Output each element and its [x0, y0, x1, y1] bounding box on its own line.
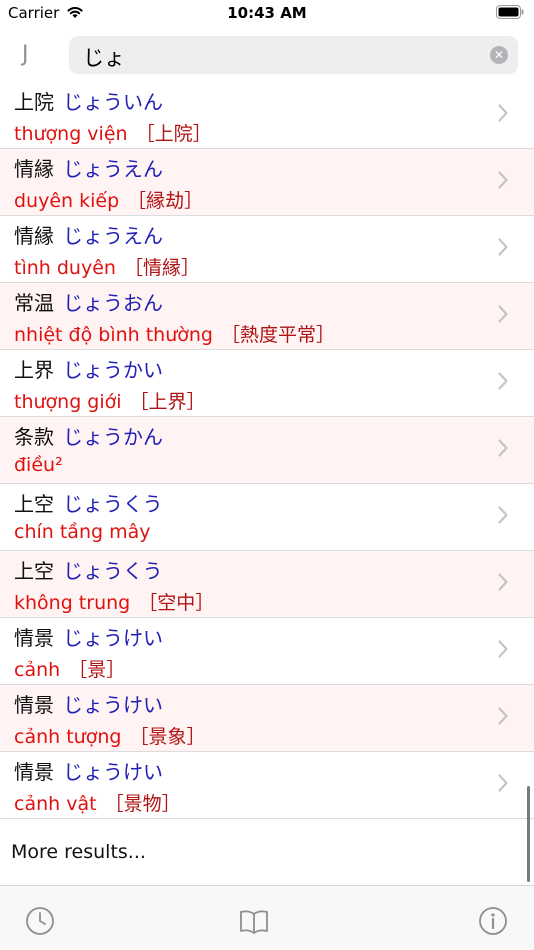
clock-icon[interactable] [25, 906, 55, 936]
entry-kanji: 情景 [14, 693, 54, 717]
entry-kana: じょうおん [63, 291, 163, 315]
more-results-label: More results... [11, 841, 146, 863]
entry-kanji: 情景 [14, 626, 54, 650]
list-item[interactable]: 上空 じょうくう không trung ［空中］ [0, 551, 534, 618]
chevron-right-icon [498, 573, 508, 591]
entry-hanviet: ［上界］ [129, 391, 206, 413]
entry-hanviet: ［景］ [68, 659, 126, 681]
entry-hanviet: ［情縁］ [123, 257, 200, 279]
entry-hanviet: ［景象］ [129, 726, 206, 748]
entry-kana: じょうくう [63, 559, 163, 583]
entry-kanji: 上空 [14, 492, 54, 516]
chevron-right-icon [498, 238, 508, 256]
entry-meaning: cảnh [14, 659, 61, 681]
book-icon[interactable] [239, 906, 269, 936]
entry-kana: じょうけい [63, 760, 163, 784]
search-query-text: じょ [83, 46, 125, 70]
chevron-right-icon [498, 439, 508, 457]
entry-hanviet: ［景物］ [104, 793, 181, 815]
language-toggle-button[interactable]: J [22, 42, 29, 67]
entry-hanviet: ［熱度平常］ [221, 324, 336, 346]
results-list[interactable]: 上院 じょういん thượng viện ［上院］ 情縁 じょうえん duyên ki… [0, 82, 534, 885]
entry-meaning: điều² [14, 454, 63, 476]
entry-meaning: chín tầng mây [14, 521, 151, 543]
entry-kana: じょうえん [63, 157, 163, 181]
status-bar: Carrier 10:43 AM [0, 0, 534, 28]
chevron-right-icon [498, 774, 508, 792]
chevron-right-icon [498, 305, 508, 323]
entry-kana: じょうえん [63, 224, 163, 248]
entry-meaning: thượng viện [14, 123, 128, 145]
entry-meaning: thượng giới [14, 391, 122, 413]
list-item[interactable]: 情景 じょうけい cảnh vật ［景物］ [0, 752, 534, 819]
entry-meaning: cảnh vật [14, 793, 97, 815]
chevron-right-icon [498, 640, 508, 658]
tab-bar [0, 885, 534, 950]
chevron-right-icon [498, 372, 508, 390]
list-item[interactable]: 情景 じょうけい cảnh ［景］ [0, 618, 534, 685]
entry-kana: じょうけい [63, 693, 163, 717]
search-input[interactable]: じょ ✕ [69, 36, 518, 74]
chevron-right-icon [498, 506, 508, 524]
chevron-right-icon [498, 707, 508, 725]
list-item[interactable]: 情縁 じょうえん tình duyên ［情縁］ [0, 216, 534, 283]
list-item[interactable]: 上院 じょういん thượng viện ［上院］ [0, 82, 534, 149]
entry-kanji: 情景 [14, 760, 54, 784]
list-item[interactable]: 上界 じょうかい thượng giới ［上界］ [0, 350, 534, 417]
search-header: J じょ ✕ [0, 28, 534, 82]
list-item[interactable]: 情景 じょうけい cảnh tượng ［景象］ [0, 685, 534, 752]
list-item[interactable]: 常温 じょうおん nhiệt độ bình thường ［熱度平常］ [0, 283, 534, 350]
chevron-right-icon [498, 104, 508, 122]
entry-kana: じょうくう [63, 492, 163, 516]
entry-meaning: tình duyên [14, 257, 116, 279]
entry-kanji: 情縁 [14, 224, 54, 248]
chevron-right-icon [498, 171, 508, 189]
entry-meaning: duyên kiếp [14, 190, 120, 212]
battery-icon [496, 5, 524, 19]
clear-icon[interactable]: ✕ [490, 46, 508, 64]
entry-hanviet: ［空中］ [138, 592, 215, 614]
info-icon[interactable] [478, 906, 508, 936]
scroll-indicator[interactable] [527, 786, 530, 882]
more-results-button[interactable]: More results... [0, 819, 534, 885]
entry-meaning: không trung [14, 592, 131, 614]
entry-kanji: 常温 [14, 291, 54, 315]
entry-kana: じょういん [63, 90, 163, 114]
entry-kanji: 上院 [14, 90, 54, 114]
list-item[interactable]: 上空 じょうくう chín tầng mây [0, 484, 534, 551]
list-item[interactable]: 条款 じょうかん điều² [0, 417, 534, 484]
entry-meaning: cảnh tượng [14, 726, 122, 748]
entry-hanviet: ［縁劫］ [127, 190, 204, 212]
entry-kanji: 情縁 [14, 157, 54, 181]
entry-kana: じょうけい [63, 626, 163, 650]
clock-time: 10:43 AM [227, 4, 307, 22]
entry-kanji: 上界 [14, 358, 54, 382]
entry-hanviet: ［上院］ [135, 123, 212, 145]
entry-kana: じょうかい [63, 358, 163, 382]
entry-kanji: 条款 [14, 425, 54, 449]
entry-kana: じょうかん [63, 425, 163, 449]
entry-kanji: 上空 [14, 559, 54, 583]
list-item[interactable]: 情縁 じょうえん duyên kiếp ［縁劫］ [0, 149, 534, 216]
entry-meaning: nhiệt độ bình thường [14, 324, 213, 346]
